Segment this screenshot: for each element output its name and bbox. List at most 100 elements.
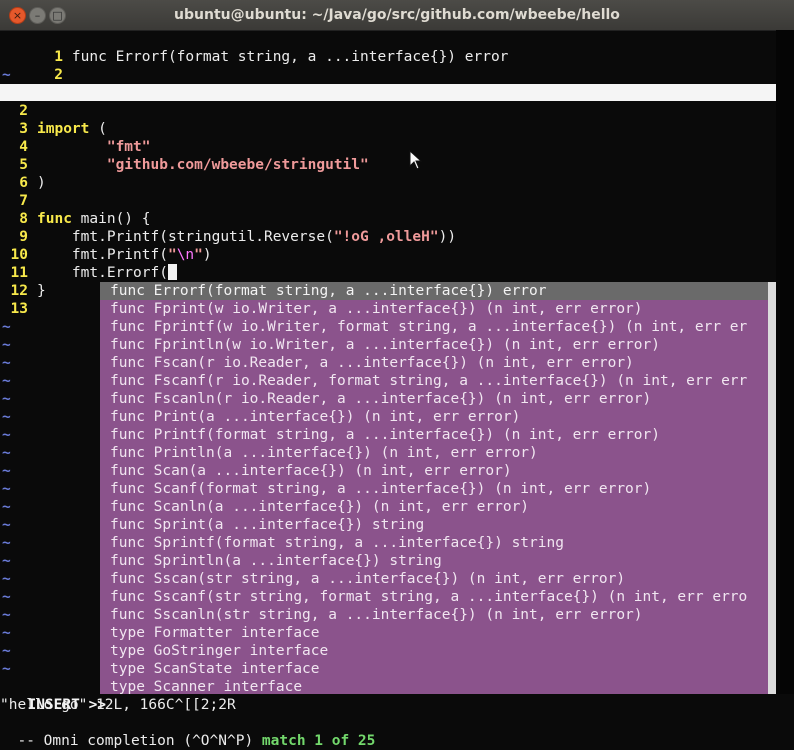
completion-item[interactable]: func Sprint(a ...interface{}) string bbox=[100, 516, 768, 534]
code-line[interactable]: 11 fmt.Errorf( bbox=[0, 264, 177, 282]
preview-line-1: 1 func Errorf(format string, a ...interfa… bbox=[0, 30, 508, 65]
code-text: fmt.Printf(stringutil.Reverse( bbox=[71, 229, 334, 245]
completion-item[interactable]: type Formatter interface bbox=[100, 624, 768, 642]
file-info-line: "hello.go" 12L, 166C^[[2;2R bbox=[0, 697, 236, 713]
completion-item[interactable]: func Fprintln(w io.Writer, a ...interfac… bbox=[100, 336, 768, 354]
line-number: 12 bbox=[10, 283, 28, 299]
window-title: ubuntu@ubuntu: ~/Java/go/src/github.com/… bbox=[174, 7, 620, 23]
line-number: 2 bbox=[54, 67, 63, 83]
string-quote: " bbox=[194, 247, 203, 263]
completion-item[interactable]: type GoStringer interface bbox=[100, 642, 768, 660]
empty-line-tilde: ~ bbox=[2, 553, 11, 569]
string-literal: "github.com/wbeebe/stringutil" bbox=[106, 157, 369, 173]
empty-line-tilde: ~ bbox=[2, 517, 11, 533]
code-line[interactable]: 12} bbox=[0, 282, 46, 300]
string-quote: " bbox=[167, 247, 177, 263]
code-line[interactable]: 7 bbox=[0, 192, 37, 210]
empty-line-tilde: ~ bbox=[2, 589, 11, 605]
completion-item[interactable]: func Scan(a ...interface{}) (n int, err … bbox=[100, 462, 768, 480]
line-number: 10 bbox=[10, 247, 28, 263]
string-literal: "fmt" bbox=[106, 139, 151, 155]
preview-status-bar bbox=[0, 84, 776, 101]
empty-line-tilde: ~ bbox=[2, 535, 11, 551]
empty-line-tilde: ~ bbox=[2, 643, 11, 659]
code-line[interactable]: 10 fmt.Printf("\n") bbox=[0, 246, 212, 264]
empty-line-tilde: ~ bbox=[2, 607, 11, 623]
keyword: func bbox=[37, 211, 72, 227]
empty-line-tilde: ~ bbox=[2, 463, 11, 479]
empty-line-tilde: ~ bbox=[2, 319, 11, 335]
code-text: ( bbox=[89, 121, 107, 137]
completion-item-selected[interactable]: func Errorf(format string, a ...interfac… bbox=[100, 282, 768, 300]
empty-line-tilde: ~ bbox=[2, 337, 11, 353]
completion-item[interactable]: func Printf(format string, a ...interfac… bbox=[100, 426, 768, 444]
empty-line-tilde: ~ bbox=[2, 499, 11, 515]
completion-item[interactable]: func Sscanf(str string, format string, a… bbox=[100, 588, 768, 606]
code-text: fmt.Errorf( bbox=[71, 265, 168, 281]
empty-line-tilde: ~ bbox=[2, 409, 11, 425]
preview-signature: func Errorf(format string, a ...interfac… bbox=[71, 49, 509, 65]
completion-item[interactable]: func Scanln(a ...interface{}) (n int, er… bbox=[100, 498, 768, 516]
line-number: 2 bbox=[19, 103, 28, 119]
completion-item[interactable]: func Println(a ...interface{}) (n int, e… bbox=[100, 444, 768, 462]
line-number: 9 bbox=[19, 229, 28, 245]
empty-line-tilde: ~ bbox=[2, 391, 11, 407]
completion-item[interactable]: type Scanner interface bbox=[100, 678, 768, 694]
empty-line-tilde: ~ bbox=[2, 445, 11, 461]
code-line[interactable]: 6) bbox=[0, 174, 46, 192]
completion-item[interactable]: func Sprintf(format string, a ...interfa… bbox=[100, 534, 768, 552]
line-number: 5 bbox=[19, 157, 28, 173]
code-text: fmt.Printf( bbox=[71, 247, 168, 263]
completion-item[interactable]: func Print(a ...interface{}) (n int, err… bbox=[100, 408, 768, 426]
completion-item[interactable]: type ScanState interface bbox=[100, 660, 768, 678]
line-number: 8 bbox=[19, 211, 28, 227]
line-number: 7 bbox=[19, 193, 28, 209]
omni-completion-message: -- Omni completion (^O^N^P) match 1 of 2… bbox=[0, 714, 375, 749]
empty-line-tilde: ~ bbox=[2, 373, 11, 389]
empty-line-tilde: ~ bbox=[2, 481, 11, 497]
line-number: 4 bbox=[19, 139, 28, 155]
line-number: 6 bbox=[19, 175, 28, 191]
empty-line-tilde: ~ bbox=[2, 427, 11, 443]
completion-item[interactable]: func Fprint(w io.Writer, a ...interface{… bbox=[100, 300, 768, 318]
code-line[interactable]: 8 func main() { bbox=[0, 210, 151, 228]
code-line[interactable]: 5 "github.com/wbeebe/stringutil" bbox=[0, 156, 369, 174]
code-text: main() { bbox=[71, 211, 151, 227]
completion-item[interactable]: func Fscanf(r io.Reader, format string, … bbox=[100, 372, 768, 390]
line-number: 13 bbox=[10, 301, 28, 317]
keyword: import bbox=[37, 121, 90, 137]
code-text: ) bbox=[202, 247, 212, 263]
completion-scrollbar[interactable] bbox=[768, 282, 776, 694]
empty-line-tilde: ~ bbox=[2, 625, 11, 641]
code-text: ) bbox=[37, 175, 46, 191]
empty-line-tilde: ~ bbox=[2, 661, 11, 677]
omni-completion-popup[interactable]: func Errorf(format string, a ...interfac… bbox=[100, 282, 768, 694]
completion-item[interactable]: func Scanf(format string, a ...interface… bbox=[100, 480, 768, 498]
code-line[interactable]: 2 bbox=[0, 102, 37, 120]
window-titlebar[interactable]: × – □ ubuntu@ubuntu: ~/Java/go/src/githu… bbox=[0, 0, 794, 31]
code-line[interactable]: 4 "fmt" bbox=[0, 138, 151, 156]
empty-line-tilde: ~ bbox=[2, 67, 11, 83]
code-text: )) bbox=[438, 229, 457, 245]
mode-indicator: INSERT >> bbox=[10, 678, 106, 713]
code-line[interactable]: 3 import ( bbox=[0, 120, 107, 138]
completion-item[interactable]: func Fscan(r io.Reader, a ...interface{}… bbox=[100, 354, 768, 372]
completion-item[interactable]: func Sscanln(str string, a ...interface{… bbox=[100, 606, 768, 624]
mouse-pointer-icon bbox=[409, 150, 423, 170]
line-number: 3 bbox=[19, 121, 28, 137]
code-text: } bbox=[37, 283, 46, 299]
code-line[interactable]: 9 fmt.Printf(stringutil.Reverse("!oG ,ol… bbox=[0, 228, 456, 246]
code-line[interactable]: 13 bbox=[0, 300, 37, 318]
omni-prefix: -- Omni completion (^O^N^P) bbox=[17, 733, 262, 749]
completion-item[interactable]: func Sprintln(a ...interface{}) string bbox=[100, 552, 768, 570]
completion-item[interactable]: func Sscan(str string, a ...interface{})… bbox=[100, 570, 768, 588]
line-number: 11 bbox=[10, 265, 28, 281]
string-literal: "!oG ,olleH" bbox=[333, 229, 439, 245]
completion-item[interactable]: func Fprintf(w io.Writer, format string,… bbox=[100, 318, 768, 336]
completion-item[interactable]: func Fscanln(r io.Reader, a ...interface… bbox=[100, 390, 768, 408]
match-count: match 1 of 25 bbox=[261, 733, 376, 749]
